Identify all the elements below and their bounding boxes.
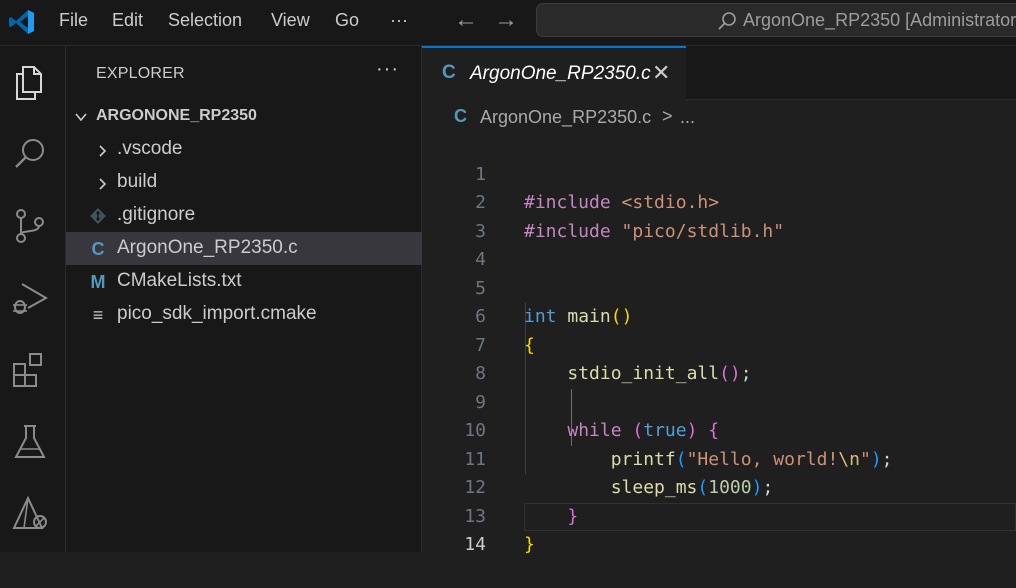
tree-item-label: pico_sdk_import.cmake xyxy=(117,303,317,324)
menu-edit[interactable]: Edit xyxy=(112,0,143,40)
testing-flask-icon[interactable] xyxy=(10,422,50,462)
tree-item-label: build xyxy=(117,171,158,192)
menu-go[interactable]: Go xyxy=(335,0,359,40)
menu-selection[interactable]: Selection xyxy=(168,0,242,40)
code-line: 12 } xyxy=(422,446,1016,527)
c-file-icon: C xyxy=(442,62,456,83)
explorer-more-actions[interactable]: ··· xyxy=(376,58,399,81)
tab-label: ArgonOne_RP2350.c xyxy=(470,63,651,84)
cmake-tools-icon[interactable] xyxy=(10,494,50,534)
code-line: 5 int main() xyxy=(422,246,1016,328)
command-center[interactable]: ArgonOne_RP2350 [Administrator] xyxy=(536,3,1016,37)
line-number: 14 xyxy=(464,534,486,555)
tree-item-pico-sdk-import[interactable]: ≡ pico_sdk_import.cmake xyxy=(66,298,422,331)
tree-item-cmakelists[interactable]: M CMakeLists.txt xyxy=(66,265,422,298)
explorer-sidebar: EXPLORER ··· ARGONONE_RP2350 .vscode bui… xyxy=(66,46,422,552)
tree-item-label: CMakeLists.txt xyxy=(117,270,242,291)
command-center-text: ArgonOne_RP2350 [Administrator] xyxy=(743,10,1016,30)
search-icon xyxy=(717,11,737,31)
chevron-down-icon xyxy=(74,110,88,124)
menu-more[interactable]: ··· xyxy=(390,0,408,40)
code-line: 10 printf("Hello, world!\n"); xyxy=(422,389,1016,470)
c-file-icon: C xyxy=(454,106,467,126)
title-bar: File Edit Selection View Go ··· ← → Argo… xyxy=(0,0,1016,46)
text-file-icon: ≡ xyxy=(92,305,104,325)
breadcrumb-separator: > xyxy=(662,106,673,126)
explorer-title: EXPLORER xyxy=(96,65,185,82)
breadcrumb-file[interactable]: ArgonOne_RP2350.c xyxy=(480,107,651,128)
tree-item-label: .gitignore xyxy=(117,204,196,225)
back-arrow-icon[interactable]: ← xyxy=(454,6,478,34)
explorer-icon[interactable] xyxy=(10,62,50,102)
tree-item-main-c[interactable]: C ArgonOne_RP2350.c xyxy=(66,232,422,265)
folder-name: ARGONONE_RP2350 xyxy=(96,107,257,124)
breadcrumb-more[interactable]: ... xyxy=(680,107,695,128)
code-line: 7 stdio_init_all(); xyxy=(422,303,1016,385)
extensions-icon[interactable] xyxy=(10,350,50,390)
chevron-right-icon xyxy=(96,177,108,190)
breadcrumb: C ArgonOne_RP2350.c > ... xyxy=(422,100,1016,134)
tree-item-build[interactable]: build xyxy=(66,166,422,199)
run-debug-icon[interactable] xyxy=(10,278,50,318)
code-line: 13 } xyxy=(422,474,1016,556)
code-line: 1 #include <stdio.h> xyxy=(422,132,1016,214)
code-editor[interactable]: 1 #include <stdio.h> 2 #include "pico/st… xyxy=(422,132,1016,556)
editor-tab-bar: C ArgonOne_RP2350.c ✕ xyxy=(422,46,1016,100)
folder-header[interactable]: ARGONONE_RP2350 xyxy=(66,102,422,132)
tree-item-label: .vscode xyxy=(117,138,183,159)
source-control-icon[interactable] xyxy=(10,206,50,246)
editor-tab[interactable]: C ArgonOne_RP2350.c ✕ xyxy=(422,46,686,100)
tree-item-gitignore[interactable]: .gitignore xyxy=(66,199,422,232)
code-line: 2 #include "pico/stdlib.h" xyxy=(422,161,1016,242)
vscode-logo-icon[interactable] xyxy=(8,8,36,36)
menu-file[interactable]: File xyxy=(59,0,88,40)
code-line: 9 while (true) { xyxy=(422,360,1016,442)
close-icon[interactable]: ✕ xyxy=(652,60,670,86)
menu-view[interactable]: View xyxy=(271,0,310,40)
code-line: 8 xyxy=(422,332,1016,384)
code-line: 3 xyxy=(422,189,1016,242)
git-icon xyxy=(88,206,108,226)
activity-bar xyxy=(0,46,66,552)
code-line: 14 xyxy=(422,503,1016,555)
search-icon[interactable] xyxy=(10,134,50,174)
chevron-right-icon xyxy=(96,144,108,157)
c-file-icon: C xyxy=(91,239,105,259)
code-line: 6 { xyxy=(422,275,1016,356)
tree-item-vscode[interactable]: .vscode xyxy=(66,133,422,166)
forward-arrow-icon[interactable]: → xyxy=(494,6,518,34)
cmake-file-icon: M xyxy=(90,272,106,292)
tree-item-label: ArgonOne_RP2350.c xyxy=(117,237,298,258)
code-line: 11 sleep_ms(1000); xyxy=(422,417,1016,499)
code-line: 4 xyxy=(422,218,1016,270)
